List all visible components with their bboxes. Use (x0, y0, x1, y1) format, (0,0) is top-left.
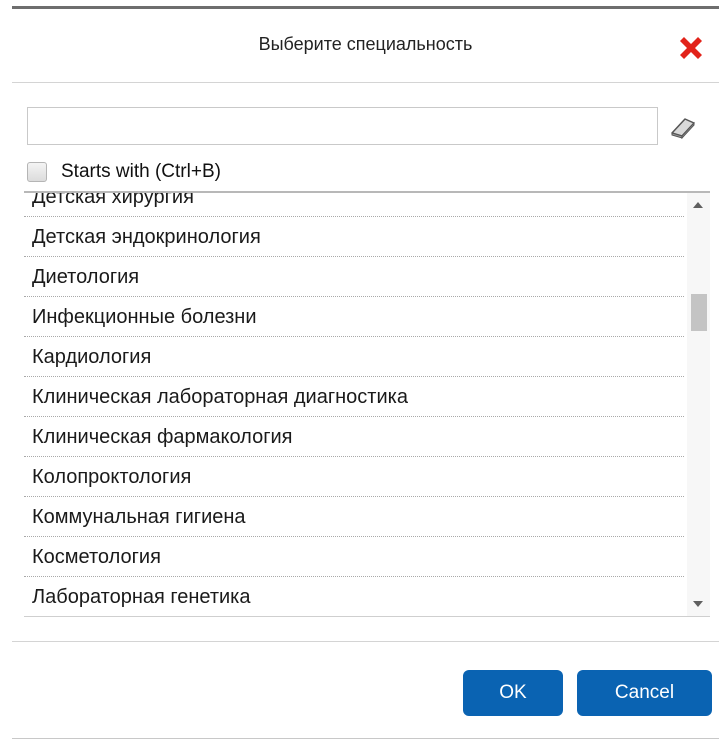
dialog-bottom-border (12, 738, 719, 739)
close-icon[interactable] (676, 33, 706, 63)
dialog-header: Выберите специальность (12, 10, 719, 83)
list-item[interactable]: Коммунальная гигиена (24, 497, 684, 537)
list-item[interactable]: Колопроктология (24, 457, 684, 497)
scrollbar-thumb[interactable] (691, 294, 707, 331)
list-item[interactable]: Клиническая лабораторная диагностика (24, 377, 684, 417)
search-input[interactable] (27, 107, 658, 145)
dialog-top-border (12, 6, 719, 9)
scroll-down-arrow-icon[interactable] (693, 601, 703, 607)
ok-button[interactable]: OK (463, 670, 563, 716)
dialog-title: Выберите специальность (258, 34, 473, 54)
cancel-button[interactable]: Cancel (577, 670, 712, 716)
list-item[interactable]: Диетология (24, 257, 684, 297)
list-item[interactable]: Детская хирургия (24, 193, 684, 217)
footer-divider (12, 641, 719, 642)
specialty-list-items: Детская хирургия Детская эндокринология … (24, 193, 684, 616)
list-item[interactable]: Инфекционные болезни (24, 297, 684, 337)
starts-with-checkbox[interactable] (27, 162, 47, 182)
list-item[interactable]: Клиническая фармакология (24, 417, 684, 457)
list-item[interactable]: Лабораторная генетика (24, 577, 684, 616)
list-item[interactable]: Детская эндокринология (24, 217, 684, 257)
list-item[interactable]: Кардиология (24, 337, 684, 377)
starts-with-option[interactable]: Starts with (Ctrl+B) (27, 158, 221, 186)
starts-with-label: Starts with (Ctrl+B) (61, 161, 221, 182)
scroll-up-arrow-icon[interactable] (693, 202, 703, 208)
list-item[interactable]: Косметология (24, 537, 684, 577)
list-scrollbar[interactable] (687, 193, 710, 616)
eraser-icon[interactable] (668, 113, 698, 140)
specialty-list[interactable]: Детская хирургия Детская эндокринология … (24, 191, 710, 617)
